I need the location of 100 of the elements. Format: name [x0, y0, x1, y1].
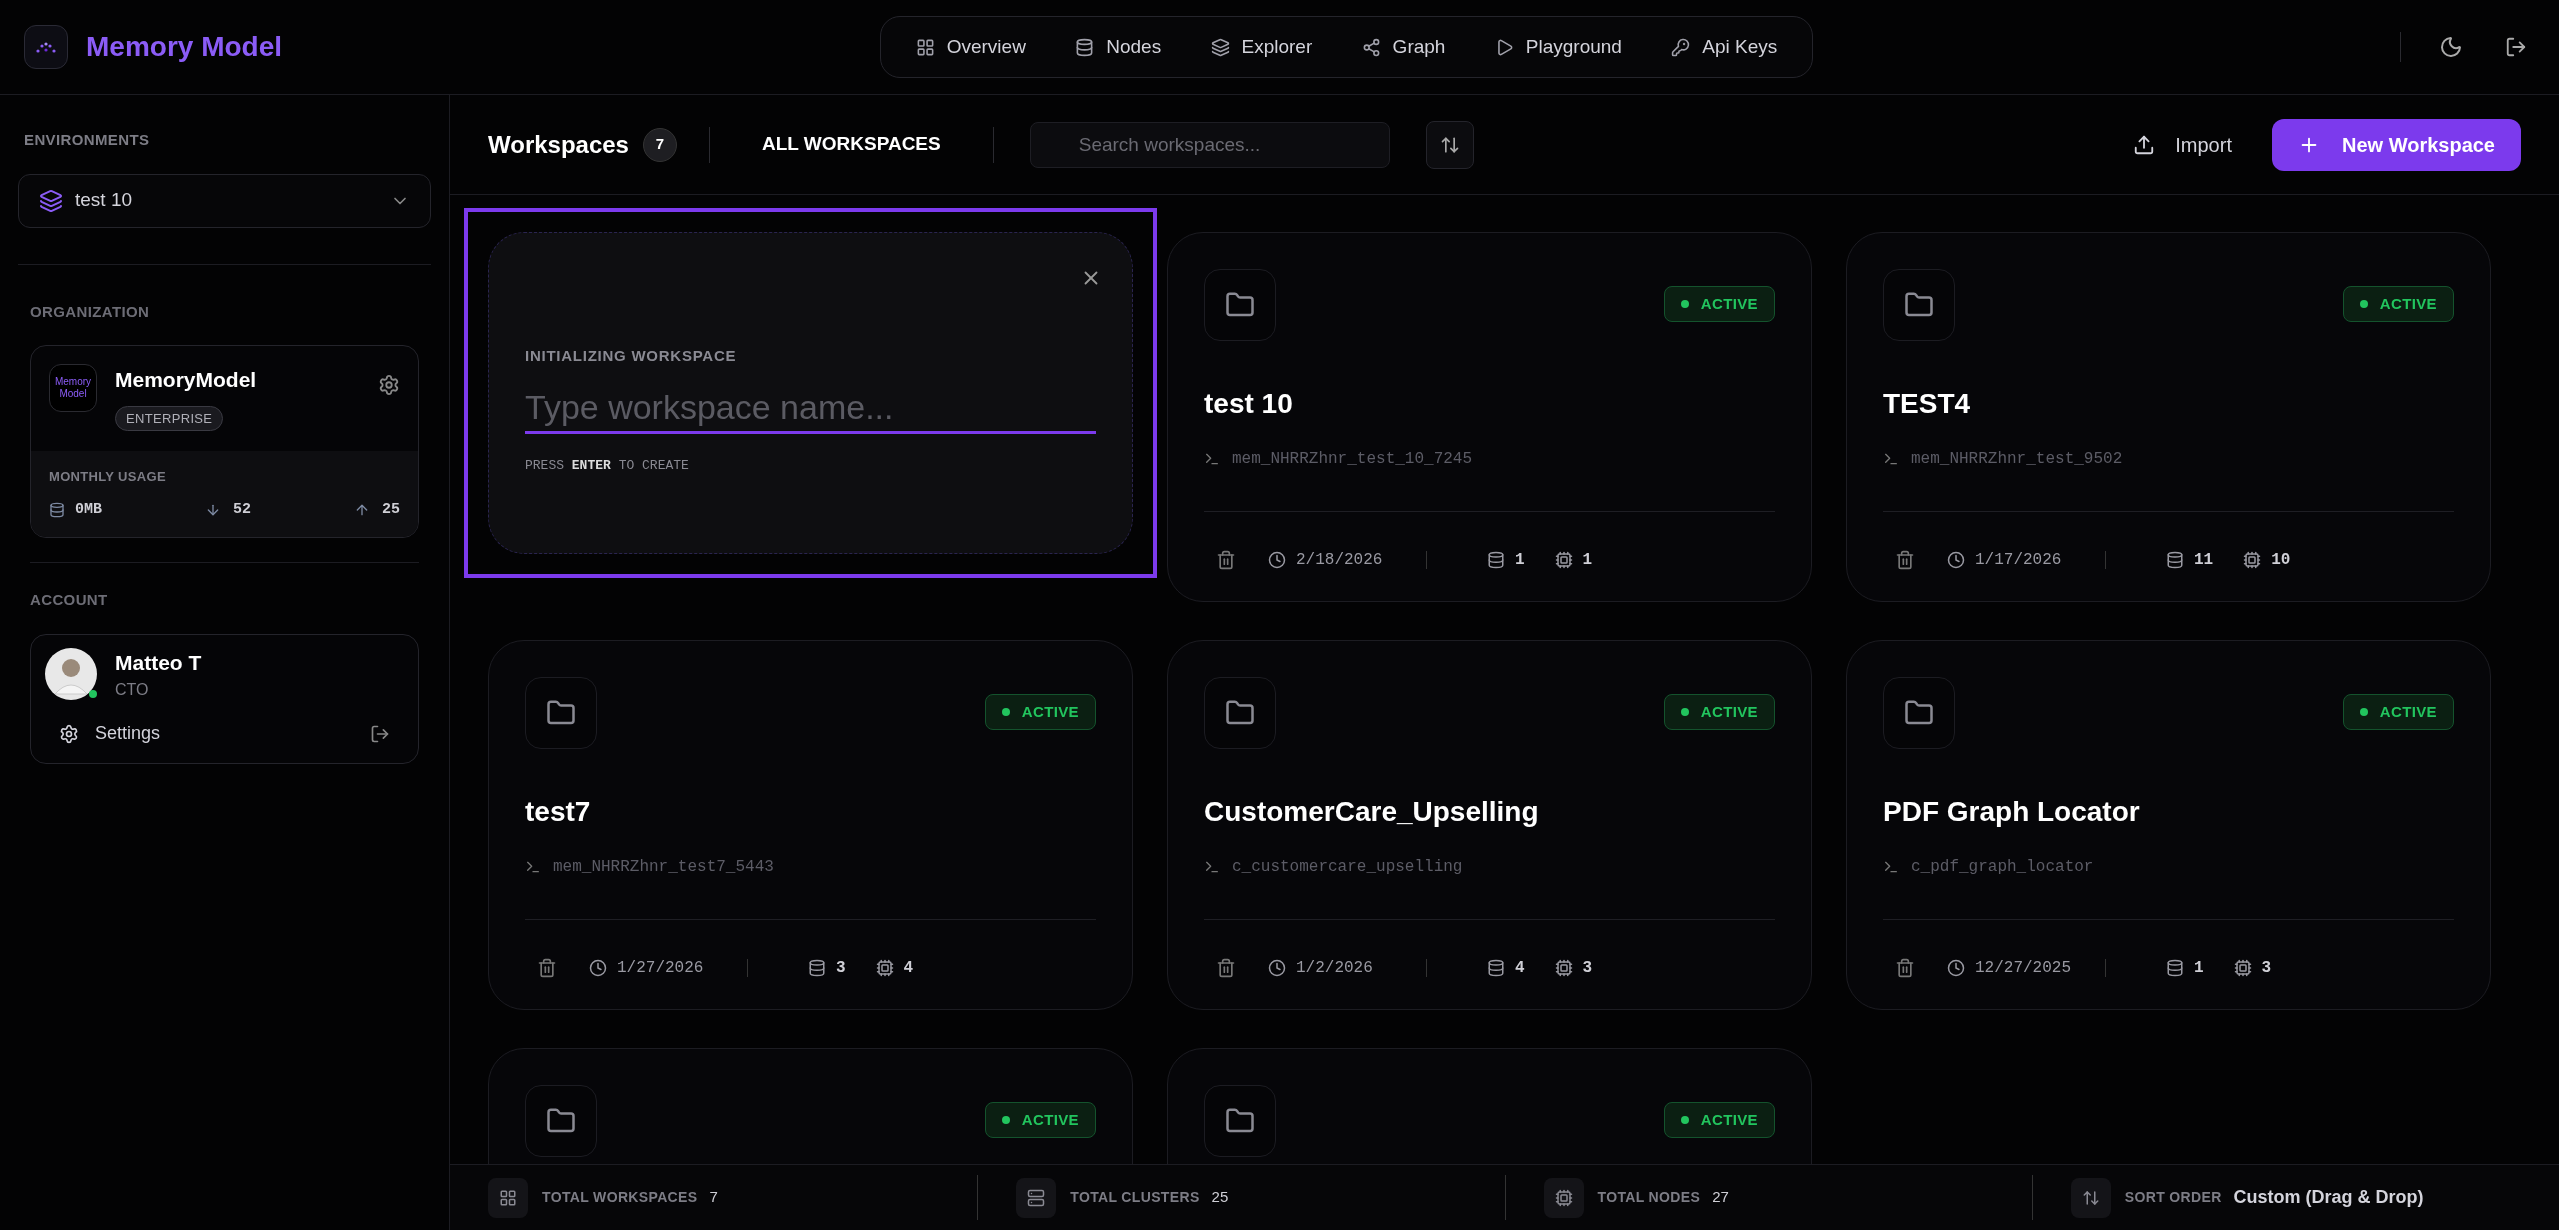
grid-icon — [915, 37, 935, 57]
logout-icon — [2505, 36, 2527, 58]
nav-tab[interactable]: Playground — [1486, 24, 1630, 70]
created-date: 1/17/2026 — [1975, 550, 2063, 571]
database-icon — [1487, 959, 1505, 977]
stat-label: SORT ORDER — [2124, 1188, 2222, 1207]
logout-icon — [370, 723, 390, 744]
chip-icon — [1554, 1188, 1573, 1207]
status-label: ACTIVE — [1021, 701, 1079, 722]
usage-label: MONTHLY USAGE — [49, 468, 167, 486]
logout-button[interactable] — [370, 723, 390, 744]
settings-button[interactable] — [378, 374, 400, 396]
node-count: 4 — [903, 958, 914, 979]
trash-icon — [1216, 958, 1236, 978]
sort-icon — [2081, 1188, 2100, 1207]
nav-tab[interactable]: Explorer — [1202, 24, 1321, 70]
cluster-count: 11 — [2194, 550, 2214, 571]
workspace-path: c_pdf_graph_locator — [1911, 857, 2094, 878]
new-workspace-button[interactable]: New Workspace — [2271, 118, 2521, 171]
clock-icon — [1947, 959, 1965, 977]
terminal-icon — [1204, 859, 1220, 875]
terminal-icon — [525, 859, 541, 875]
grid-icon — [499, 1188, 517, 1207]
share-icon — [1361, 37, 1381, 57]
created-date: 12/27/2025 — [1975, 958, 2072, 979]
cluster-count: 1 — [1515, 550, 1525, 571]
org-logo: Memory Model — [49, 364, 97, 412]
user-role: CTO — [115, 680, 150, 700]
workspace-name: TEST4 — [1883, 387, 1972, 421]
nav-tab[interactable]: Overview — [907, 24, 1034, 70]
workspace-name-field[interactable]: Type workspace name... — [525, 383, 1096, 434]
workspace-card[interactable]: ACTIVE — [1167, 1048, 1812, 1164]
workspace-card[interactable]: ACTIVE CustomerCare_Upselling c_customercare_upselling 1/2/2026 4 3 — [1167, 640, 1812, 1010]
hint-text: PRESS ENTER TO CREATE — [525, 456, 690, 475]
stat-value: 7 — [709, 1187, 718, 1208]
clock-icon — [1268, 551, 1286, 569]
trash-icon — [1895, 550, 1915, 570]
download-count: 52 — [233, 499, 251, 520]
environment-select[interactable]: test 10 — [18, 173, 431, 228]
cluster-count: 3 — [836, 958, 846, 979]
workspace-card[interactable]: ACTIVE — [488, 1048, 1133, 1164]
key-icon — [1671, 37, 1691, 57]
database-icon — [49, 501, 65, 518]
plan-badge: ENTERPRISE — [115, 405, 224, 431]
moon-icon — [2439, 35, 2463, 59]
chip-icon — [1554, 551, 1573, 569]
node-count: 1 — [1582, 550, 1593, 571]
settings-icon — [378, 374, 400, 396]
settings-link[interactable]: Settings — [59, 720, 161, 747]
stat-value: 25 — [1211, 1187, 1229, 1208]
workspace-path: mem_NHRRZhnr_test_9502 — [1911, 449, 2123, 470]
terminal-icon — [1204, 451, 1220, 467]
app-title: Memory Model — [86, 30, 283, 64]
terminal-icon — [1883, 451, 1899, 467]
workspace-name: CustomerCare_Upselling — [1204, 795, 1540, 829]
workspace-card[interactable]: ACTIVE test7 mem_NHRRZhnr_test7_5443 1/27/2026 3 4 — [488, 640, 1133, 1010]
created-date: 2/18/2026 — [1296, 550, 1384, 571]
logo-icon — [24, 25, 68, 69]
nav-tab[interactable]: Graph — [1353, 24, 1454, 70]
terminal-icon — [1883, 859, 1899, 875]
nav-tab[interactable]: Nodes — [1067, 24, 1170, 70]
database-icon — [1487, 551, 1505, 569]
cluster-count: 1 — [2194, 958, 2204, 979]
cluster-count: 4 — [1515, 958, 1525, 979]
clock-icon — [589, 959, 607, 977]
status-label: ACTIVE — [1021, 1109, 1079, 1130]
workspace-card[interactable]: ACTIVE TEST4 mem_NHRRZhnr_test_9502 1/17/2026 11 10 — [1846, 232, 2491, 602]
search-field[interactable]: Search workspaces... — [1029, 121, 1390, 168]
count-badge: 7 — [642, 127, 677, 162]
status-label: ACTIVE — [2379, 701, 2437, 722]
node-count: 10 — [2271, 550, 2291, 571]
section-label: ACCOUNT — [30, 590, 109, 610]
status-label: ACTIVE — [1700, 701, 1758, 722]
layers-icon — [1210, 37, 1230, 57]
chip-icon — [875, 959, 894, 977]
layers-icon — [39, 188, 63, 213]
database-icon — [2166, 959, 2184, 977]
chip-icon — [2233, 959, 2252, 977]
workspace-name: PDF Graph Locator — [1883, 795, 2141, 829]
stat-value: 27 — [1712, 1187, 1729, 1208]
node-count: 3 — [2261, 958, 2272, 979]
trash-icon — [1895, 958, 1915, 978]
section-label: ENVIRONMENTS — [23, 130, 151, 150]
chip-icon — [1554, 959, 1573, 977]
workspace-card[interactable]: ACTIVE PDF Graph Locator c_pdf_graph_locator 12/27/2025 1 3 — [1846, 640, 2491, 1010]
clock-icon — [1947, 551, 1965, 569]
database-icon — [808, 959, 826, 977]
workspace-card[interactable]: ACTIVE test 10 mem_NHRRZhnr_test_10_7245 2/18/2026 1 1 — [1167, 232, 1812, 602]
trash-icon — [537, 958, 557, 978]
sort-button[interactable] — [1425, 120, 1474, 169]
workspace-name: test7 — [525, 795, 592, 829]
upload-icon — [2133, 133, 2156, 156]
database-icon — [1075, 37, 1095, 57]
database-icon — [2166, 551, 2184, 569]
server-icon — [1027, 1188, 1046, 1207]
workspace-name: test 10 — [1204, 387, 1294, 421]
storage-usage: 0MB — [75, 499, 102, 520]
filter-tab[interactable]: ALL WORKSPACES — [761, 130, 941, 159]
import-button[interactable]: Import — [2121, 119, 2244, 170]
nav-tab[interactable]: Api Keys — [1663, 24, 1786, 70]
